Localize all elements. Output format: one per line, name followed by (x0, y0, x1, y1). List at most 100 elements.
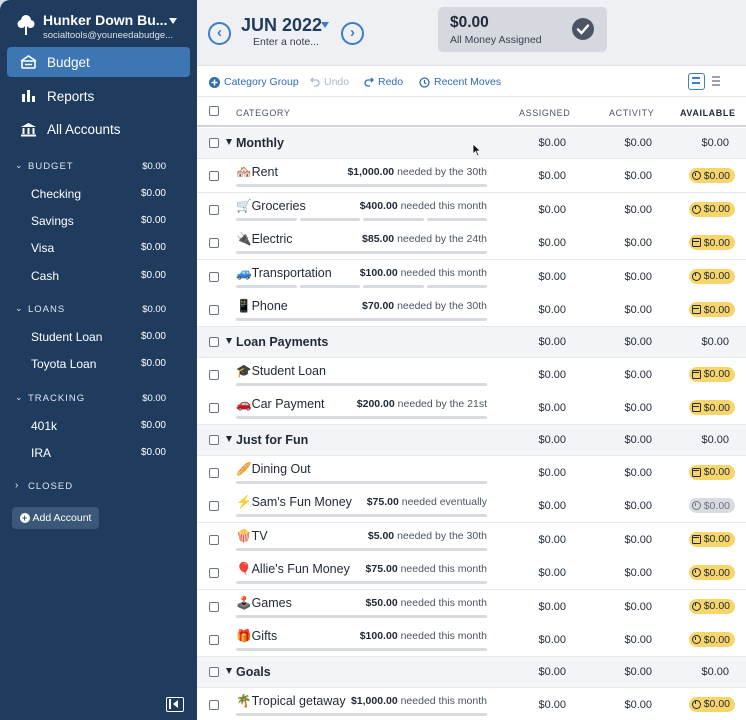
available-pill[interactable]: $0.00 (688, 565, 735, 580)
caret-down-icon[interactable] (226, 435, 232, 442)
category-name[interactable]: 🎓Student Loan (236, 364, 326, 379)
activity-amount[interactable]: $0.00 (624, 634, 652, 646)
available-pill[interactable]: $0.00 (688, 696, 735, 712)
row-checkbox[interactable] (209, 369, 219, 380)
row-checkbox[interactable] (209, 467, 219, 478)
category-row-groceries[interactable]: 🛒Groceries $400.00 needed this month $0.00… (197, 192, 746, 227)
group-name[interactable]: Just for Fun (236, 433, 308, 447)
category-name[interactable]: 🏘️Rent (236, 165, 278, 180)
available-pill[interactable]: $0.00 (688, 268, 735, 284)
available-pill[interactable]: $0.00 (688, 531, 735, 547)
activity-amount[interactable]: $0.00 (624, 369, 652, 381)
row-checkbox[interactable] (209, 534, 219, 545)
category-name[interactable]: 🎈Allie's Fun Money (236, 562, 350, 577)
budget-switcher[interactable]: Hunker Down Bu... socialtools@youneedabu… (17, 12, 187, 42)
previous-month-button[interactable]: ‹ (208, 22, 231, 45)
category-name[interactable]: 🥖Dining Out (236, 462, 311, 477)
assigned-amount[interactable]: $0.00 (538, 534, 566, 546)
add-category-group-button[interactable]: Category Group (209, 76, 299, 88)
category-row-student-loan[interactable]: 🎓Student Loan $0.00 $0.00 $0.00 (197, 357, 746, 392)
assigned-amount[interactable]: $0.00 (538, 467, 566, 479)
available-pill[interactable]: $0.00 (688, 598, 735, 614)
category-name[interactable]: 🔌Electric (236, 232, 293, 247)
available-pill[interactable]: $0.00 (688, 201, 735, 217)
row-checkbox[interactable] (209, 666, 219, 677)
account-group-loans[interactable]: ⌄ LOANS $0.00 (0, 302, 197, 318)
nav-all-accounts[interactable]: All Accounts (7, 114, 190, 144)
assigned-amount[interactable]: $0.00 (538, 567, 566, 579)
activity-amount[interactable]: $0.00 (624, 204, 652, 216)
row-checkbox[interactable] (209, 635, 219, 645)
category-row-phone[interactable]: 📱Phone $70.00 needed by the 30th $0.00 $0.0… (197, 293, 746, 327)
available-pill[interactable]: $0.00 (688, 302, 735, 317)
category-name[interactable]: 🌴Tropical getaway (236, 694, 346, 709)
account-student-loan[interactable]: Student Loan $0.00 (0, 330, 197, 346)
category-row-tropical-getaway[interactable]: 🌴Tropical getaway $1,000.00 needed this m… (197, 687, 746, 720)
row-checkbox[interactable] (209, 403, 219, 413)
row-checkbox[interactable] (209, 138, 219, 148)
activity-amount[interactable]: $0.00 (624, 567, 652, 579)
category-row-rent[interactable]: 🏘️Rent $1,000.00 needed by the 30th $0.00 $… (197, 159, 746, 193)
category-name[interactable]: 🍿TV (236, 529, 268, 544)
assigned-amount[interactable]: $0.00 (538, 601, 566, 613)
available-pill[interactable]: $0.00 (688, 235, 735, 250)
row-checkbox[interactable] (209, 238, 219, 248)
caret-down-icon[interactable] (226, 139, 232, 145)
activity-amount[interactable]: $0.00 (624, 601, 652, 613)
assigned-amount[interactable]: $0.00 (538, 699, 566, 711)
account-ira[interactable]: IRA $0.00 (0, 446, 197, 462)
activity-amount[interactable]: $0.00 (624, 304, 652, 316)
recent-moves-button[interactable]: Recent Moves (419, 76, 501, 88)
account-checking[interactable]: Checking $0.00 (0, 187, 197, 203)
group-name[interactable]: Loan Payments (236, 335, 328, 349)
category-name[interactable]: 📱Phone (236, 299, 288, 314)
category-row-dining-out[interactable]: 🥖Dining Out $0.00 $0.00 $0.00 (197, 455, 746, 490)
account-group-tracking[interactable]: ⌄ TRACKING $0.00 (0, 391, 197, 407)
select-all-checkbox[interactable] (209, 106, 219, 116)
available-pill[interactable]: $0.00 (688, 168, 735, 183)
available-pill[interactable]: $0.00 (688, 632, 735, 647)
next-month-button[interactable]: › (341, 22, 364, 45)
category-row-transportation[interactable]: 🚙Transportation $100.00 needed this month… (197, 259, 746, 294)
nav-reports[interactable]: Reports (7, 81, 190, 111)
activity-amount[interactable]: $0.00 (624, 699, 652, 711)
category-name[interactable]: ⚡Sam's Fun Money (236, 495, 352, 510)
row-checkbox[interactable] (209, 501, 219, 511)
row-checkbox[interactable] (209, 336, 219, 347)
row-checkbox[interactable] (209, 699, 219, 710)
category-row-allie-s-fun-money[interactable]: 🎈Allie's Fun Money $75.00 needed this mon… (197, 556, 746, 590)
category-group-just-for-fun[interactable]: Just for Fun $0.00 $0.00 $0.00 (197, 424, 746, 456)
compact-view-icon[interactable] (709, 73, 726, 90)
add-account-button[interactable]: + Add Account (12, 507, 99, 529)
redo-button[interactable]: Redo (364, 76, 403, 88)
category-name[interactable]: 🚗Car Payment (236, 397, 325, 412)
caret-down-icon[interactable] (226, 667, 232, 674)
assigned-amount[interactable]: $0.00 (538, 271, 566, 283)
category-row-car-payment[interactable]: 🚗Car Payment $200.00 needed by the 21st $0… (197, 391, 746, 425)
available-pill[interactable]: $0.00 (688, 366, 735, 382)
assigned-amount[interactable]: $0.00 (538, 634, 566, 646)
assigned-amount[interactable]: $0.00 (538, 369, 566, 381)
category-row-gifts[interactable]: 🎁Gifts $100.00 needed this month $0.00 $0.0… (197, 623, 746, 657)
assigned-amount[interactable]: $0.00 (538, 170, 566, 182)
assigned-amount[interactable]: $0.00 (538, 500, 566, 512)
available-pill[interactable]: $0.00 (688, 400, 735, 415)
account-savings[interactable]: Savings $0.00 (0, 214, 197, 230)
category-name[interactable]: 🚙Transportation (236, 266, 332, 281)
row-checkbox[interactable] (209, 305, 219, 315)
category-row-games[interactable]: 🕹️Games $50.00 needed this month $0.00 $0.0… (197, 589, 746, 624)
account-group-closed[interactable]: › CLOSED (0, 479, 197, 495)
category-row-tv[interactable]: 🍿TV $5.00 needed by the 30th $0.00 $0.00 $0.… (197, 522, 746, 557)
account-toyota-loan[interactable]: Toyota Loan $0.00 (0, 357, 197, 373)
available-pill[interactable]: $0.00 (688, 498, 735, 513)
nav-budget[interactable]: Budget (7, 47, 190, 77)
row-checkbox[interactable] (209, 434, 219, 445)
account-401k[interactable]: 401k $0.00 (0, 419, 197, 435)
collapse-sidebar-icon[interactable] (166, 697, 184, 712)
category-name[interactable]: 🕹️Games (236, 596, 292, 611)
category-group-goals[interactable]: Goals $0.00 $0.00 $0.00 (197, 656, 746, 688)
caret-down-icon[interactable] (321, 22, 329, 28)
account-group-budget[interactable]: ⌄ BUDGET $0.00 (0, 159, 197, 175)
ready-to-assign-box[interactable]: $0.00 All Money Assigned (438, 7, 607, 52)
activity-amount[interactable]: $0.00 (624, 271, 652, 283)
